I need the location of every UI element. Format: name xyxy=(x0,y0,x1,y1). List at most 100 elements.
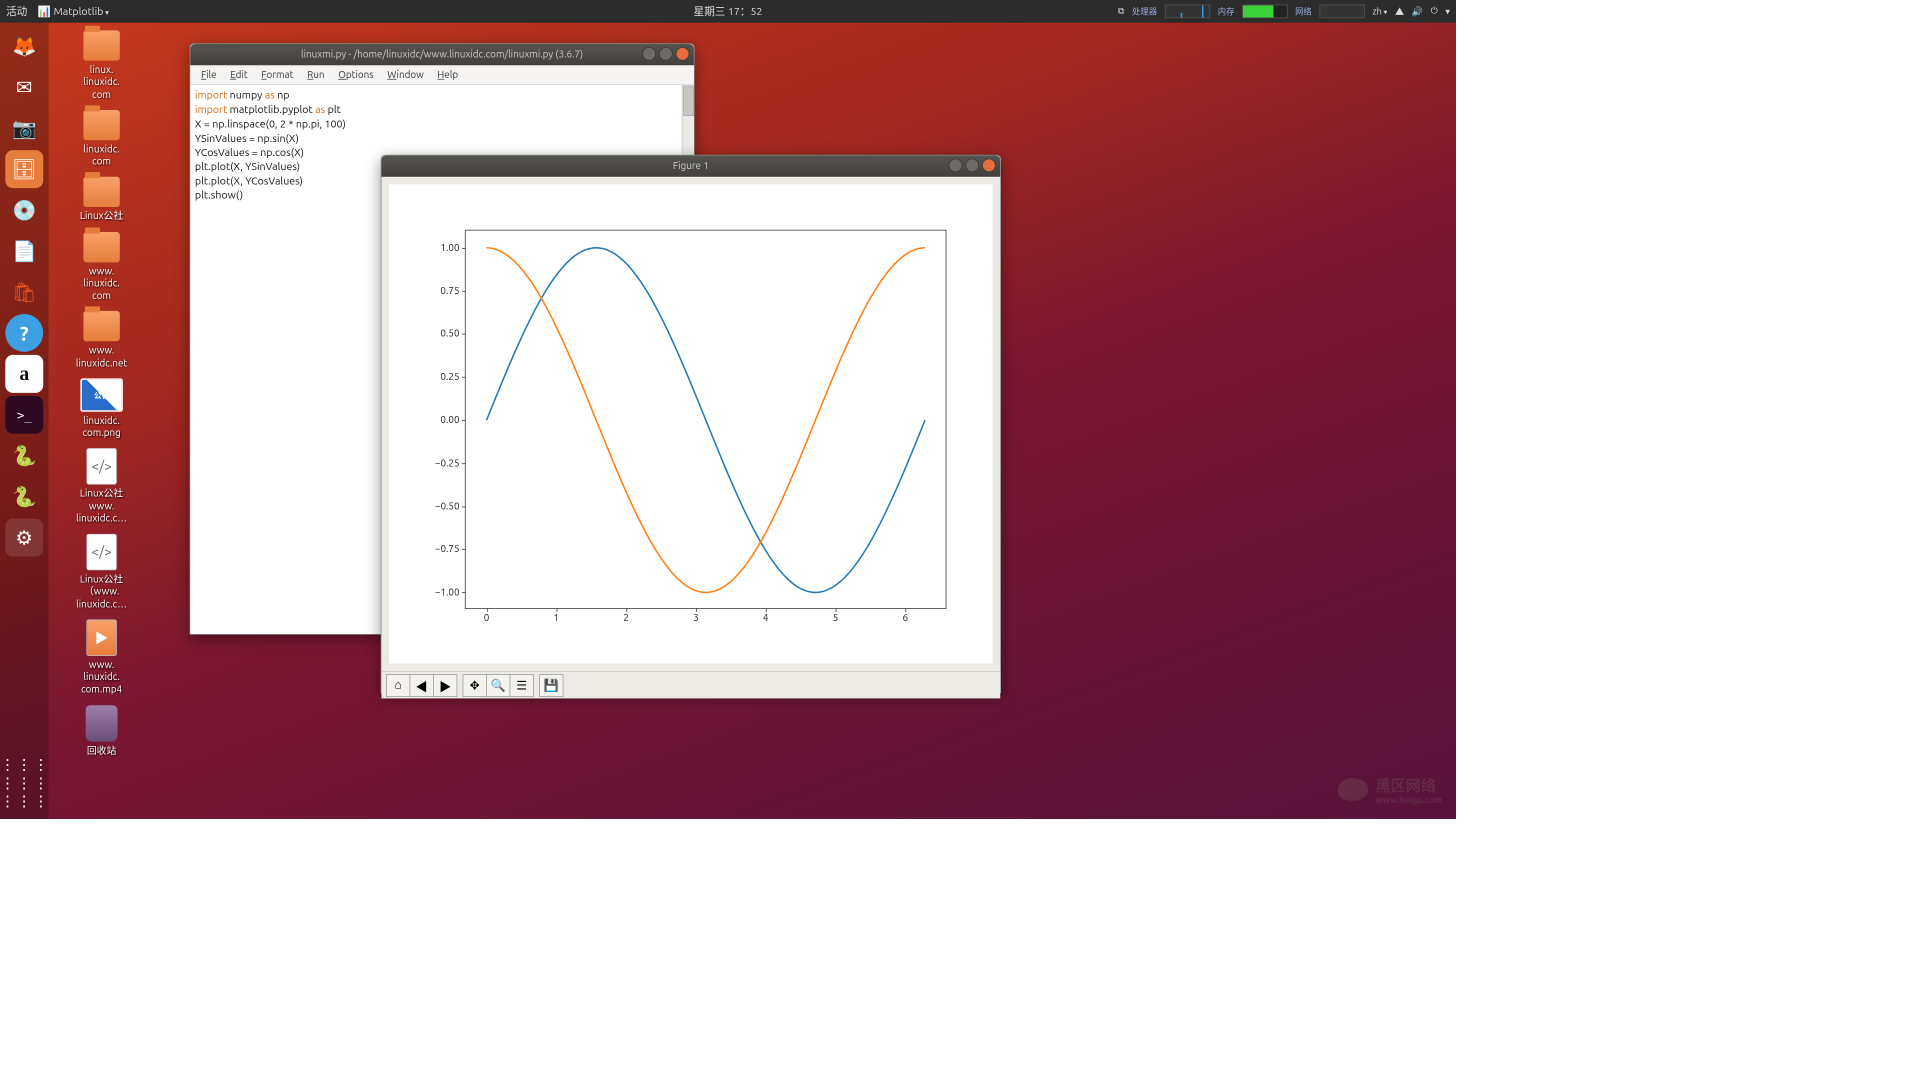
dock-amazon[interactable]: a xyxy=(5,355,43,393)
toolbar-zoom-button[interactable]: 🔍 xyxy=(486,674,510,697)
toolbar-home-button[interactable]: ⌂ xyxy=(386,674,410,697)
desktop-icon[interactable]: www.linuxidc.net xyxy=(60,311,143,369)
desktop-icon-label: linuxidc.com.png xyxy=(82,415,120,440)
plot-axes: −1.00−0.75−0.50−0.250.000.250.500.751.00… xyxy=(465,230,947,609)
dock-rhythmbox[interactable]: 💿 xyxy=(5,191,43,229)
code-line: import numpy as np xyxy=(195,88,689,102)
figure-title-text: Figure 1 xyxy=(673,161,709,172)
toolbar-back-button[interactable]: ◀ xyxy=(409,674,433,697)
toolbar-forward-button[interactable]: ▶ xyxy=(433,674,457,697)
activities-button[interactable]: 活动 xyxy=(6,4,27,19)
cpu-graph[interactable] xyxy=(1165,5,1211,19)
volume-icon[interactable]: 🔊 xyxy=(1412,6,1423,17)
power-icon[interactable]: ⏻ xyxy=(1431,6,1438,17)
menu-format[interactable]: Format xyxy=(255,67,299,82)
toolbar-save-button[interactable]: 💾 xyxy=(539,674,563,697)
menu-help[interactable]: Help xyxy=(431,67,464,82)
dock-software[interactable]: 🛍 xyxy=(5,273,43,311)
menu-run[interactable]: Run xyxy=(301,67,331,82)
desktop-icon[interactable]: </>Linux公社（www.linuxidc.c… xyxy=(60,534,143,610)
editor-close-button[interactable] xyxy=(676,47,690,61)
desktop-icon-graphic xyxy=(83,177,119,207)
menu-file[interactable]: File xyxy=(195,67,223,82)
desktop-icon-graphic xyxy=(83,232,119,262)
desktop-icon-graphic xyxy=(86,705,118,741)
desktop-icon[interactable]: 回收站 xyxy=(60,705,143,757)
network-icon[interactable]: ▲ xyxy=(1395,5,1404,18)
toolbar-config-button[interactable]: ☰ xyxy=(510,674,534,697)
desktop-icon[interactable]: linuxidc.com xyxy=(60,110,143,168)
desktop-icon-label: Linux公社 xyxy=(80,210,123,222)
net-graph[interactable] xyxy=(1319,5,1365,19)
code-line: YSinValues = np.sin(X) xyxy=(195,131,689,145)
editor-minimize-button[interactable] xyxy=(642,47,656,61)
dock-firefox[interactable]: 🦊 xyxy=(5,27,43,65)
desktop-icon-label: www.linuxidc.net xyxy=(76,344,127,369)
dock-files[interactable]: 🗄 xyxy=(5,150,43,188)
toolbar-pan-button[interactable]: ✥ xyxy=(463,674,487,697)
top-panel: 活动 📊 Matplotlib 星期三 17：52 ⧉ 处理器 内存 网络 zh… xyxy=(0,0,1456,23)
menu-window[interactable]: Window xyxy=(381,67,430,82)
app-menu[interactable]: 📊 Matplotlib xyxy=(38,5,109,18)
desktop-icon-label: linux.linuxidc.com xyxy=(83,64,120,101)
editor-title-text: linuxmi.py - /home/linuxidc/www.linuxidc… xyxy=(301,49,583,60)
editor-scrollbar-thumb[interactable] xyxy=(683,86,694,116)
code-line: X = np.linspace(0, 2 * np.pi, 100) xyxy=(195,117,689,131)
desktop-icon-graphic xyxy=(83,311,119,341)
editor-maximize-button[interactable] xyxy=(659,47,673,61)
series-sin xyxy=(487,248,925,593)
screenshot-icon[interactable]: ⧉ xyxy=(1118,6,1125,17)
desktop: 活动 📊 Matplotlib 星期三 17：52 ⧉ 处理器 内存 网络 zh… xyxy=(0,0,1456,819)
figure-minimize-button[interactable] xyxy=(949,158,963,172)
system-menu-chevron-icon[interactable]: ▾ xyxy=(1445,6,1450,17)
dock-camera[interactable]: 📷 xyxy=(5,109,43,147)
clock[interactable]: 星期三 17：52 xyxy=(694,4,763,19)
show-applications[interactable]: ⋮⋮⋮⋮⋮⋮⋮⋮⋮ xyxy=(0,755,49,810)
editor-titlebar[interactable]: linuxmi.py - /home/linuxidc/www.linuxidc… xyxy=(190,44,694,65)
desktop-icon-graphic xyxy=(83,110,119,140)
desktop-icon[interactable]: </>Linux公社www.linuxidc.c… xyxy=(60,448,143,524)
cpu-label: 处理器 xyxy=(1132,5,1157,17)
code-line: import matplotlib.pyplot as plt xyxy=(195,102,689,116)
plot-lines xyxy=(466,231,948,610)
mem-label: 内存 xyxy=(1218,5,1235,17)
desktop-icon[interactable]: www.linuxidc.com xyxy=(60,232,143,302)
net-label: 网络 xyxy=(1295,5,1312,17)
desktop-icon-graphic: 公社 xyxy=(80,378,122,411)
desktop-icon-graphic: </> xyxy=(86,534,116,570)
watermark-logo-icon xyxy=(1337,778,1367,801)
watermark: 黑区网络 www.heiqu.com xyxy=(1337,773,1442,805)
menu-edit[interactable]: Edit xyxy=(224,67,254,82)
app-menu-icon: 📊 xyxy=(38,5,54,17)
dock-help[interactable]: ? xyxy=(5,314,43,352)
figure-window[interactable]: Figure 1 −1.00−0.75−0.50−0.250.000.250.5… xyxy=(381,155,1001,693)
desktop-icon-label: Linux公社www.linuxidc.c… xyxy=(76,488,127,525)
desktop-icon[interactable]: Linux公社 xyxy=(60,177,143,223)
desktop-icon-graphic xyxy=(83,30,119,60)
plot-canvas[interactable]: −1.00−0.75−0.50−0.250.000.250.500.751.00… xyxy=(389,184,993,663)
desktop-icon-label: linuxidc.com xyxy=(83,143,120,168)
input-lang[interactable]: zh xyxy=(1372,6,1387,16)
dock: 🦊✉📷🗄💿📄🛍?a>_🐍🐍⚙ xyxy=(0,23,49,819)
dock-python1[interactable]: 🐍 xyxy=(5,437,43,475)
figure-toolbar: ⌂◀▶ ✥🔍☰💾 xyxy=(381,671,1000,698)
dock-settings[interactable]: ⚙ xyxy=(5,519,43,557)
editor-menubar: FileEditFormatRunOptionsWindowHelp xyxy=(190,65,694,85)
dock-libreoffice[interactable]: 📄 xyxy=(5,232,43,270)
desktop-icon[interactable]: linux.linuxidc.com xyxy=(60,30,143,100)
dock-terminal[interactable]: >_ xyxy=(5,396,43,434)
desktop-icon-graphic: ▶ xyxy=(86,619,116,655)
dock-python2[interactable]: 🐍 xyxy=(5,478,43,516)
figure-maximize-button[interactable] xyxy=(965,158,979,172)
desktop-icon-label: 回收站 xyxy=(87,744,117,756)
desktop-icon-label: www.linuxidc.com.mp4 xyxy=(81,659,122,696)
figure-titlebar[interactable]: Figure 1 xyxy=(381,155,1000,176)
desktop-icon[interactable]: 公社 linuxidc.com.png xyxy=(60,378,143,439)
dock-thunderbird[interactable]: ✉ xyxy=(5,68,43,106)
desktop-icon[interactable]: ▶ www.linuxidc.com.mp4 xyxy=(60,619,143,695)
desktop-icon-label: Linux公社（www.linuxidc.c… xyxy=(76,573,127,610)
figure-close-button[interactable] xyxy=(982,158,996,172)
menu-options[interactable]: Options xyxy=(332,67,380,82)
mem-graph[interactable] xyxy=(1242,5,1288,19)
desktop-icon-label: www.linuxidc.com xyxy=(83,265,120,302)
